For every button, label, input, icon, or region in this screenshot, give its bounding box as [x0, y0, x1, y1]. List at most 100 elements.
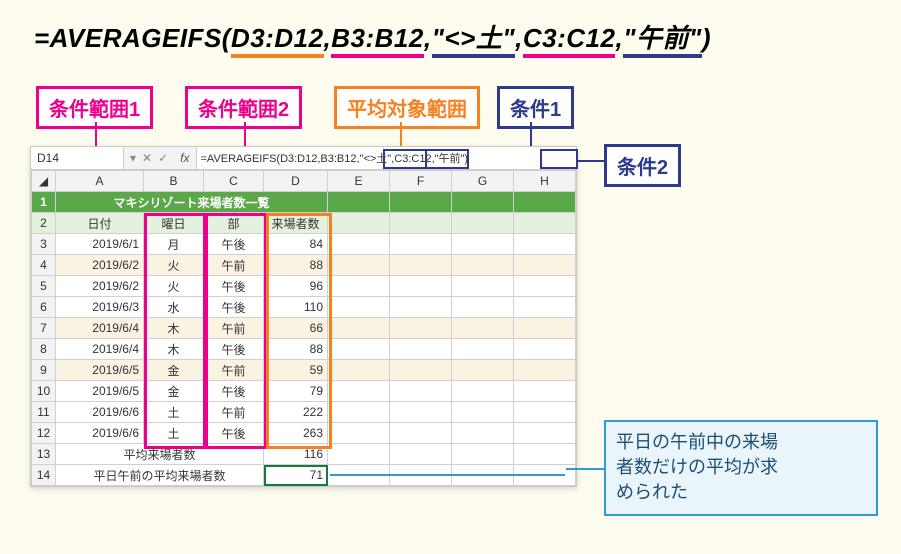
col-header[interactable]: C: [204, 171, 264, 192]
col-header[interactable]: A: [56, 171, 144, 192]
table-header-row: 2 日付 曜日 部 来場者数: [32, 213, 576, 234]
cell-count[interactable]: 79: [264, 381, 328, 402]
row-header[interactable]: 1: [32, 192, 56, 213]
callout-connector: [330, 474, 565, 476]
col-header[interactable]: B: [144, 171, 204, 192]
cell-date[interactable]: 2019/6/4: [56, 339, 144, 360]
cell-date[interactable]: 2019/6/5: [56, 381, 144, 402]
result-cell[interactable]: 71: [264, 465, 328, 486]
cell-part[interactable]: 午前: [204, 402, 264, 423]
cell-dow[interactable]: 木: [144, 339, 204, 360]
name-box[interactable]: D14: [31, 147, 124, 169]
cell-date[interactable]: 2019/6/2: [56, 276, 144, 297]
cell-date[interactable]: 2019/6/4: [56, 318, 144, 339]
column-header-row: ◢ A B C D E F G H: [32, 171, 576, 192]
cell-part[interactable]: 午前: [204, 360, 264, 381]
cell-count[interactable]: 88: [264, 255, 328, 276]
connector-line: [576, 160, 604, 162]
table-title-row: 1 マキシリゾート来場者数一覧: [32, 192, 576, 213]
row-header[interactable]: 11: [32, 402, 56, 423]
cell-part[interactable]: 午後: [204, 339, 264, 360]
cell-part[interactable]: 午後: [204, 276, 264, 297]
cell-count[interactable]: 110: [264, 297, 328, 318]
cell-dow[interactable]: 火: [144, 255, 204, 276]
cell-dow[interactable]: 水: [144, 297, 204, 318]
cell-date[interactable]: 2019/6/6: [56, 402, 144, 423]
formula-prefix: =AVERAGEIFS(: [34, 23, 231, 53]
cell-dow[interactable]: 月: [144, 234, 204, 255]
row-header[interactable]: 12: [32, 423, 56, 444]
explanation-callout: 平日の午前中の来場 者数だけの平均が求 められた: [604, 420, 878, 516]
row-header[interactable]: 4: [32, 255, 56, 276]
summary-label: 平日午前の平均来場者数: [56, 465, 264, 486]
row-header[interactable]: 8: [32, 339, 56, 360]
row-header[interactable]: 14: [32, 465, 56, 486]
cell-count[interactable]: 96: [264, 276, 328, 297]
formula-bar-row: D14 ▾ ✕ ✓ fx =AVERAGEIFS(D3:D12,B3:B12,"…: [31, 147, 576, 170]
table-row: 62019/6/3水午後110: [32, 297, 576, 318]
cell-count[interactable]: 263: [264, 423, 328, 444]
formula-bar[interactable]: =AVERAGEIFS(D3:D12,B3:B12,"<>土",C3:C12,"…: [196, 147, 577, 169]
enter-icon[interactable]: ✓: [158, 151, 168, 165]
cell-part[interactable]: 午前: [204, 255, 264, 276]
summary-value: 116: [264, 444, 328, 465]
header-date: 日付: [56, 213, 144, 234]
cell-dow[interactable]: 金: [144, 381, 204, 402]
formula-arg-critrange1: B3:B12: [331, 23, 424, 58]
row-header[interactable]: 6: [32, 297, 56, 318]
cell-count[interactable]: 84: [264, 234, 328, 255]
row-header[interactable]: 10: [32, 381, 56, 402]
row-header[interactable]: 2: [32, 213, 56, 234]
row-header[interactable]: 7: [32, 318, 56, 339]
formula-arg-crit2: "午前": [623, 23, 702, 58]
cell-part[interactable]: 午後: [204, 234, 264, 255]
cell-dow[interactable]: 土: [144, 423, 204, 444]
cell-count[interactable]: 59: [264, 360, 328, 381]
tag-average-range: 平均対象範囲: [334, 86, 480, 129]
dropdown-icon[interactable]: ▾: [130, 151, 136, 165]
cell-dow[interactable]: 土: [144, 402, 204, 423]
cell-count[interactable]: 66: [264, 318, 328, 339]
cell-dow[interactable]: 火: [144, 276, 204, 297]
row-header[interactable]: 9: [32, 360, 56, 381]
formula-arg-crit1: "<>土": [432, 23, 516, 58]
cell-count[interactable]: 222: [264, 402, 328, 423]
cell-part[interactable]: 午後: [204, 297, 264, 318]
table-row: 42019/6/2火午前88: [32, 255, 576, 276]
row-header[interactable]: 13: [32, 444, 56, 465]
cell-part[interactable]: 午後: [204, 423, 264, 444]
formula-suffix: ): [702, 23, 711, 53]
cell-part[interactable]: 午前: [204, 318, 264, 339]
table-row: 32019/6/1月午後84: [32, 234, 576, 255]
table-row: 102019/6/5金午後79: [32, 381, 576, 402]
select-all-cell[interactable]: ◢: [32, 171, 56, 192]
cell-date[interactable]: 2019/6/6: [56, 423, 144, 444]
cell-date[interactable]: 2019/6/1: [56, 234, 144, 255]
col-header[interactable]: E: [328, 171, 390, 192]
cell-date[interactable]: 2019/6/5: [56, 360, 144, 381]
spreadsheet-grid[interactable]: ◢ A B C D E F G H 1 マキシリゾート来場者数一覧 2 日付 曜…: [31, 170, 576, 486]
cell-part[interactable]: 午後: [204, 381, 264, 402]
table-row: 82019/6/4木午後88: [32, 339, 576, 360]
col-header[interactable]: G: [452, 171, 514, 192]
row-header[interactable]: 3: [32, 234, 56, 255]
formula-bar-buttons: ▾ ✕ ✓: [124, 151, 174, 165]
header-part: 部: [204, 213, 264, 234]
header-dow: 曜日: [144, 213, 204, 234]
table-row: 112019/6/6土午前222: [32, 402, 576, 423]
fx-icon[interactable]: fx: [174, 151, 195, 165]
col-header[interactable]: D: [264, 171, 328, 192]
cell-dow[interactable]: 金: [144, 360, 204, 381]
cell-date[interactable]: 2019/6/2: [56, 255, 144, 276]
table-row: 72019/6/4木午前66: [32, 318, 576, 339]
col-header[interactable]: H: [514, 171, 576, 192]
tag-criteria-1: 条件1: [497, 86, 574, 129]
cancel-icon[interactable]: ✕: [142, 151, 152, 165]
cell-count[interactable]: 88: [264, 339, 328, 360]
row-header[interactable]: 5: [32, 276, 56, 297]
cell-dow[interactable]: 木: [144, 318, 204, 339]
col-header[interactable]: F: [390, 171, 452, 192]
summary-label: 平均来場者数: [56, 444, 264, 465]
cell-date[interactable]: 2019/6/3: [56, 297, 144, 318]
excel-screenshot: D14 ▾ ✕ ✓ fx =AVERAGEIFS(D3:D12,B3:B12,"…: [30, 146, 577, 487]
